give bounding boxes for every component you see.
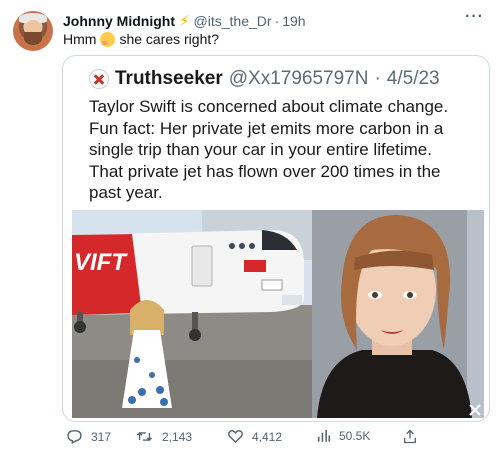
views-button[interactable]: 50.5K — [316, 428, 370, 443]
quoted-text-line: past year. — [89, 183, 163, 202]
author-handle[interactable]: @its_the_Dr — [194, 13, 272, 29]
heart-icon — [228, 430, 243, 444]
x-circle-avatar-icon — [89, 69, 109, 89]
thinking-face-emoji — [100, 31, 116, 47]
quoted-separator: · — [374, 68, 381, 89]
quoted-text-line: single trip than your car in your entire… — [89, 140, 432, 159]
reply-icon — [67, 430, 82, 445]
tweet-text-start: Hmm — [63, 31, 97, 47]
reply-count: 317 — [91, 429, 112, 444]
retweet-icon — [136, 431, 153, 442]
lightning-icon: ⚡ — [178, 13, 190, 30]
avatar[interactable] — [13, 11, 53, 51]
retweet-count: 2,143 — [162, 429, 193, 444]
quoted-text-line: That private jet has flown over 200 time… — [89, 161, 441, 181]
like-button[interactable]: 4,412 — [227, 428, 282, 445]
quoted-screenshot: Truthseeker @Xx17965797N · 4/5/23 Taylor… — [69, 58, 485, 418]
reply-button[interactable]: 317 — [66, 428, 111, 445]
like-count: 4,412 — [252, 429, 283, 444]
tweet-text: Hmm she cares right? — [63, 31, 219, 47]
retweet-button[interactable]: 2,143 — [135, 428, 192, 445]
action-bar: 317 2,143 4,412 50.5K — [62, 428, 442, 448]
quoted-header: Truthseeker @Xx17965797N · 4/5/23 — [89, 68, 440, 90]
quoted-author-name: Truthseeker — [115, 68, 223, 89]
share-icon — [404, 429, 416, 444]
share-button[interactable] — [402, 428, 418, 445]
views-chart-icon — [317, 429, 331, 442]
quoted-text-line: Fun fact: Her private jet emits more car… — [89, 118, 444, 138]
tweet-header: Johnny Midnight ⚡ @its_the_Dr · 19h — [63, 12, 306, 30]
plane-text: VIFT — [74, 249, 128, 276]
quoted-text: Taylor Swift is concerned about climate … — [89, 96, 479, 204]
quoted-date: 4/5/23 — [386, 68, 440, 89]
separator-dot: · — [274, 13, 280, 29]
author-name[interactable]: Johnny Midnight — [63, 13, 175, 29]
more-options-icon[interactable]: ··· — [465, 8, 484, 26]
quoted-text-line: Taylor Swift is concerned about climate … — [89, 97, 449, 116]
attached-image[interactable]: Truthseeker @Xx17965797N · 4/5/23 Taylor… — [62, 55, 490, 422]
quoted-photo: VIFT — [72, 210, 484, 418]
quoted-handle: @Xx17965797N — [228, 68, 369, 89]
views-count: 50.5K — [339, 428, 371, 443]
tweet-text-end: she cares right? — [119, 31, 220, 47]
tweet-time[interactable]: 19h — [282, 13, 305, 29]
